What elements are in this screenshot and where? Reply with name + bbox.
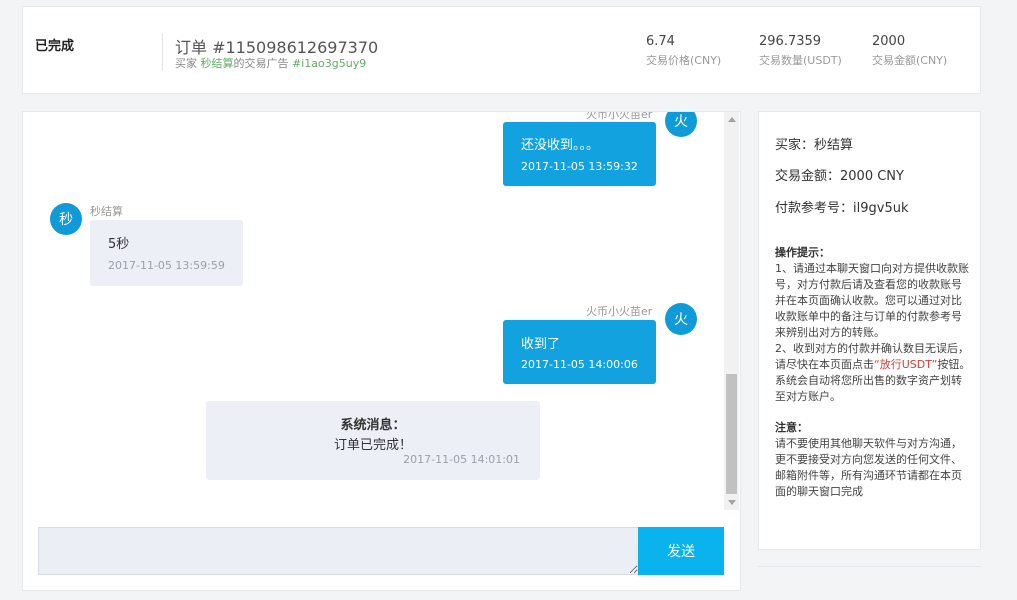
stat-value: 2000	[872, 34, 906, 49]
tip-1: 1、请通过本聊天窗口向对方提供收款账号，对方付款后请及查看您的收款账号并在本页面…	[775, 262, 969, 339]
tip-2: 2、收到对方的付款并确认数目无误后，请尽快在本页面点击“放行USDT”按钮。系统…	[775, 341, 971, 405]
message-text: 还没收到。。。	[521, 138, 600, 153]
chat-messages[interactable]: 火币小火苗er 火 还没收到。。。 2017-11-05 13:59:32 秒 …	[23, 112, 723, 510]
note-title: 注意：	[775, 421, 808, 434]
stat-label: 交易数量(USDT)	[759, 54, 842, 67]
message-text: 5秒	[108, 237, 130, 252]
system-message-title: 系统消息：	[340, 418, 406, 433]
order-header: 已完成 订单 #115098612697370 买家 秒结算的交易广告 #i1a…	[22, 6, 981, 94]
release-usdt-highlight: “放行USDT”	[874, 358, 938, 371]
info-payment-ref: 付款参考号：il9gv5uk	[775, 201, 909, 216]
ad-id-link[interactable]: #i1ao3g5uy9	[292, 57, 366, 70]
system-message-time: 2017-11-05 14:01:01	[403, 453, 520, 466]
system-message-body: 订单已完成！	[333, 438, 412, 453]
message-bubble: 还没收到。。。 2017-11-05 13:59:32	[503, 122, 656, 186]
tips-title: 操作提示：	[775, 246, 830, 259]
info-amount: 交易金额：2000 CNY	[775, 169, 904, 184]
avatar: 秒	[50, 203, 82, 235]
sender-name: 火币小火苗er	[586, 112, 653, 121]
chat-panel: 火币小火苗er 火 还没收到。。。 2017-11-05 13:59:32 秒 …	[22, 111, 741, 591]
sender-name: 火币小火苗er	[586, 305, 653, 318]
stat-quantity: 296.7359 交易数量(USDT)	[759, 34, 842, 68]
chat-scrollbar[interactable]	[724, 112, 739, 510]
note-text: 请不要使用其他聊天软件与对方沟通，更不要接受对方向您发送的任何文件、邮箱附件等，…	[775, 437, 962, 498]
stat-price: 6.74 交易价格(CNY)	[646, 34, 721, 68]
message-time: 2017-11-05 13:59:32	[521, 160, 638, 173]
buyer-link[interactable]: 秒结算	[201, 57, 234, 70]
scroll-up-arrow-icon[interactable]	[728, 117, 736, 122]
operation-tips: 操作提示： 1、请通过本聊天窗口向对方提供收款账号，对方付款后请及查看您的收款账…	[775, 245, 971, 500]
sender-name: 秒结算	[90, 205, 123, 218]
order-subtitle: 买家 秒结算的交易广告 #i1ao3g5uy9	[175, 55, 366, 71]
divider	[758, 566, 981, 567]
stat-value: 296.7359	[759, 34, 822, 49]
chat-input[interactable]	[38, 527, 638, 575]
stat-label: 交易价格(CNY)	[646, 54, 722, 67]
stat-value: 6.74	[646, 34, 675, 49]
message-time: 2017-11-05 14:00:06	[521, 358, 638, 371]
info-buyer: 买家：秒结算	[775, 138, 854, 153]
message-bubble: 5秒 2017-11-05 13:59:59	[90, 220, 243, 286]
avatar: 火	[665, 112, 697, 137]
divider	[162, 33, 163, 71]
scroll-down-arrow-icon[interactable]	[728, 500, 736, 505]
order-status: 已完成	[35, 39, 75, 54]
subtitle-middle: 的交易广告	[233, 57, 292, 70]
send-button[interactable]: 发送	[638, 527, 724, 575]
subtitle-prefix: 买家	[175, 57, 201, 70]
stat-label: 交易金额(CNY)	[872, 54, 948, 67]
system-message: 系统消息： 订单已完成！ 2017-11-05 14:01:01	[206, 401, 540, 480]
message-text: 收到了	[521, 337, 561, 352]
stat-amount: 2000 交易金额(CNY)	[872, 34, 947, 68]
order-info-panel: 买家：秒结算 交易金额：2000 CNY 付款参考号：il9gv5uk 操作提示…	[758, 111, 981, 550]
message-time: 2017-11-05 13:59:59	[108, 259, 225, 272]
scrollbar-thumb[interactable]	[726, 374, 737, 494]
avatar: 火	[665, 303, 697, 335]
message-bubble: 收到了 2017-11-05 14:00:06	[503, 320, 656, 384]
